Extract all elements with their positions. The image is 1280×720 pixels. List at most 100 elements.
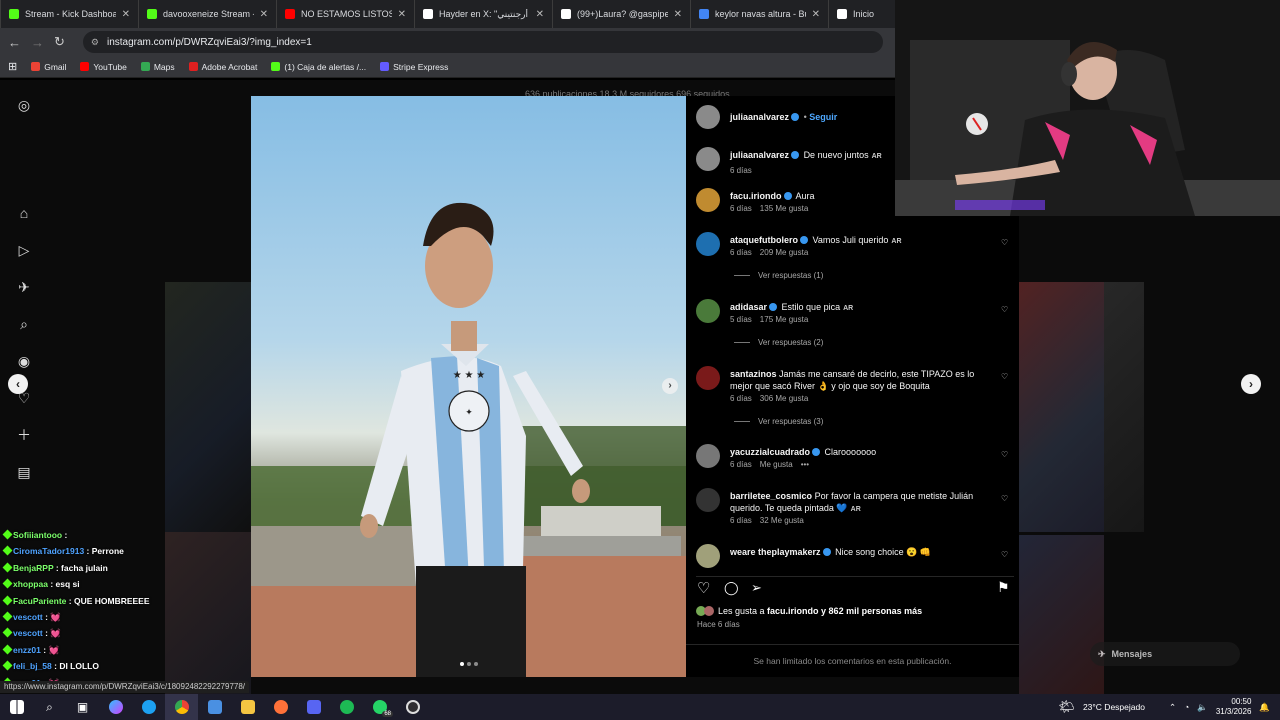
comment-username[interactable]: adidasar — [730, 302, 767, 312]
back-icon[interactable]: ← — [8, 35, 21, 50]
comment-like-icon[interactable]: ♡ — [1001, 450, 1008, 459]
volume-icon[interactable]: 🔈 — [1197, 702, 1208, 713]
tray-chevron-icon[interactable]: ⌃ — [1169, 702, 1176, 713]
apps-grid-icon[interactable]: ⊞ — [8, 60, 17, 73]
comment-username[interactable]: facu.iriondo — [730, 191, 782, 201]
comment-username[interactable]: yacuzzialcuadrado — [730, 447, 810, 457]
file-explorer-icon[interactable] — [231, 694, 264, 720]
comment-options-button[interactable]: ••• — [801, 460, 809, 469]
messages-button[interactable]: ✈ Mensajes — [1090, 642, 1240, 666]
reload-icon[interactable]: ↻ — [54, 34, 65, 50]
chat-username[interactable]: FacuPariente — [13, 596, 66, 606]
start-icon[interactable] — [0, 694, 33, 720]
comment-username[interactable]: santazinos — [730, 369, 777, 379]
caption-avatar[interactable] — [696, 147, 720, 171]
edge-icon[interactable] — [132, 694, 165, 720]
forward-icon[interactable]: → — [31, 35, 44, 50]
comment-avatar[interactable] — [696, 544, 720, 568]
comment-likes[interactable]: 209 Me gusta — [760, 248, 808, 257]
browser-tab[interactable]: keylor navas altura - Busc ✕ — [691, 0, 829, 28]
browser-tab[interactable]: NO ESTAMOS LISTOS: ¿P ✕ — [277, 0, 415, 28]
comment-likes[interactable]: 175 Me gusta — [760, 315, 808, 324]
bookmark-item[interactable]: YouTube — [80, 62, 127, 72]
likes-text[interactable]: Les gusta a facu.iriondo y 862 mil perso… — [718, 606, 922, 616]
browser-tab[interactable]: davooxeneize Stream - W ✕ — [139, 0, 277, 28]
chat-username[interactable]: CiromaTador1913 — [13, 546, 84, 556]
author-avatar[interactable] — [696, 105, 720, 129]
caption-username[interactable]: juliaanalvarez — [730, 150, 789, 160]
chat-username[interactable]: vescott — [13, 612, 43, 622]
weather-text[interactable]: 23°C Despejado — [1083, 702, 1145, 712]
comment-username[interactable]: barriletee_cosmico — [730, 491, 812, 501]
comment-avatar[interactable] — [696, 299, 720, 323]
wifi-icon[interactable]: ◔ — [1184, 702, 1189, 712]
site-info-icon[interactable]: ⚙ — [91, 37, 99, 48]
comment-username[interactable]: weare theplaymakerz — [730, 547, 821, 557]
chat-username[interactable]: enzz01 — [13, 645, 41, 655]
clock[interactable]: 00:50 31/3/2026 — [1216, 697, 1252, 717]
url-input[interactable]: ⚙ instagram.com/p/DWRZqviEai3/?img_index… — [82, 31, 883, 53]
tab-close-icon[interactable]: ✕ — [398, 9, 406, 20]
comment-avatar[interactable] — [696, 188, 720, 212]
chat-username[interactable]: Sofiiiantooo — [13, 530, 62, 540]
firefox-icon[interactable] — [264, 694, 297, 720]
create-icon[interactable]: ＋ — [16, 427, 32, 443]
comment-avatar[interactable] — [696, 444, 720, 468]
store-icon[interactable] — [198, 694, 231, 720]
view-replies-button[interactable]: Ver respuestas (1) — [734, 271, 823, 280]
obs-icon[interactable] — [396, 694, 429, 720]
prev-post-button[interactable]: ‹ — [8, 374, 28, 394]
comment-likes[interactable]: 135 Me gusta — [760, 204, 808, 213]
comment-like-icon[interactable]: ♡ — [1001, 550, 1008, 559]
comment-avatar[interactable] — [696, 366, 720, 390]
dashboard-icon[interactable]: ▤ — [16, 464, 32, 480]
search-icon[interactable]: ⌕ — [16, 316, 32, 332]
chrome-icon[interactable] — [165, 694, 198, 720]
spotify-icon[interactable] — [330, 694, 363, 720]
view-replies-button[interactable]: Ver respuestas (2) — [734, 338, 823, 347]
home-icon[interactable]: ⌂ — [16, 205, 32, 221]
comment-likes[interactable]: Me gusta — [760, 460, 793, 469]
share-icon[interactable]: ➢ — [751, 580, 762, 596]
search-icon[interactable]: ⌕ — [33, 694, 66, 720]
comment-username[interactable]: ataquefutbolero — [730, 235, 798, 245]
instagram-logo-icon[interactable]: ◎ — [16, 97, 32, 113]
browser-tab[interactable]: Hayder en X: "يحبي أرجنتيني ✕ — [415, 0, 553, 28]
author-username[interactable]: juliaanalvarez — [730, 112, 789, 122]
browser-tab[interactable]: (99+)Laura? @gaspipe # ✕ — [553, 0, 691, 28]
follow-button[interactable]: Seguir — [809, 112, 837, 122]
bookmark-item[interactable]: Gmail — [31, 62, 66, 72]
comment-likes[interactable]: 306 Me gusta — [760, 394, 808, 403]
comment-avatar[interactable] — [696, 232, 720, 256]
next-post-button[interactable]: › — [1241, 374, 1261, 394]
save-icon[interactable]: ⚑ — [997, 579, 1010, 596]
discord-icon[interactable] — [297, 694, 330, 720]
comment-like-icon[interactable]: ♡ — [1001, 494, 1008, 503]
direct-messages-icon[interactable]: ✈ — [16, 279, 32, 295]
task-view-icon[interactable]: ▣ — [66, 694, 99, 720]
reels-icon[interactable]: ▷ — [16, 242, 32, 258]
comment-like-icon[interactable]: ♡ — [1001, 372, 1008, 381]
tab-close-icon[interactable]: ✕ — [812, 9, 820, 20]
tab-close-icon[interactable]: ✕ — [536, 9, 544, 20]
chat-username[interactable]: vescott — [13, 628, 43, 638]
chat-username[interactable]: feli_bj_58 — [13, 661, 52, 671]
comment-icon[interactable]: ◯ — [724, 580, 739, 596]
like-icon[interactable]: ♡ — [697, 579, 710, 597]
bookmark-item[interactable]: (1) Caja de alertas /... — [271, 62, 366, 72]
tab-close-icon[interactable]: ✕ — [122, 9, 130, 20]
comment-avatar[interactable] — [696, 488, 720, 512]
explore-icon[interactable]: ◉ — [16, 353, 32, 369]
comment-likes[interactable]: 32 Me gusta — [760, 516, 804, 525]
carousel-next-button[interactable]: › — [662, 378, 678, 394]
chat-username[interactable]: BenjaRPP — [13, 563, 53, 573]
bookmark-item[interactable]: Maps — [140, 62, 175, 72]
chat-username[interactable]: xhoppaa — [13, 579, 48, 589]
notifications-icon[interactable]: 🔔 — [1259, 702, 1270, 713]
whatsapp-icon[interactable]: 68 — [363, 694, 396, 720]
copilot-icon[interactable] — [99, 694, 132, 720]
view-replies-button[interactable]: Ver respuestas (3) — [734, 417, 823, 426]
post-image[interactable]: ✦ ★ ★ ★ › — [251, 96, 686, 677]
bookmark-item[interactable]: Adobe Acrobat — [188, 62, 257, 72]
comment-like-icon[interactable]: ♡ — [1001, 305, 1008, 314]
